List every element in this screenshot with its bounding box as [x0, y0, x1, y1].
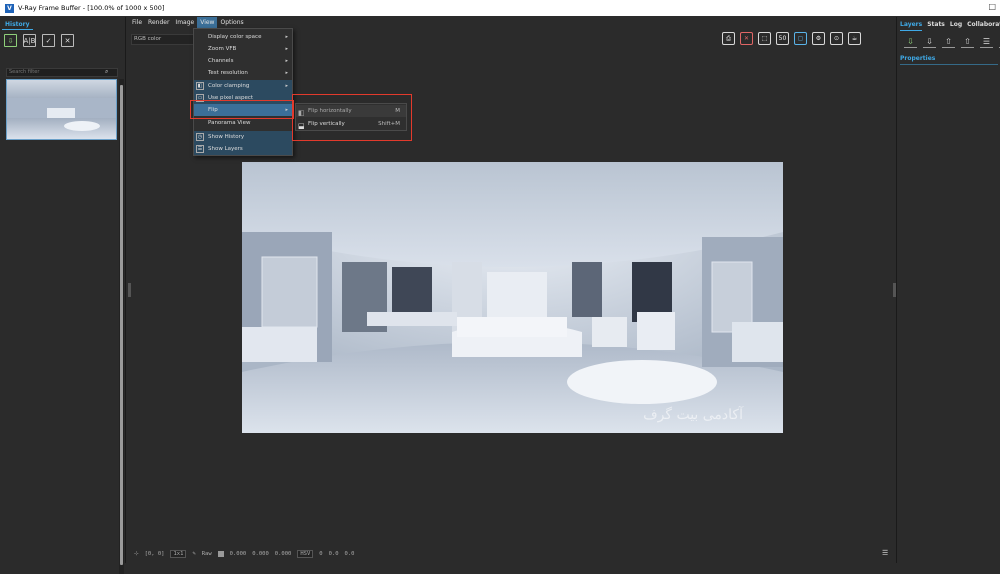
restore-window-icon[interactable]: □ [988, 2, 996, 11]
properties-label: Properties [900, 55, 936, 62]
view-menu-dropdown: Display color space ▸ Zoom VFB ▸ Channels ▸… [193, 28, 293, 156]
menu-lines-icon[interactable]: ☰ [882, 549, 888, 557]
panorama-render [242, 162, 783, 433]
teapot-render-icon[interactable]: ☕ [848, 32, 861, 45]
compare-ab-icon[interactable]: A|B [23, 34, 36, 47]
rendered-panorama-image[interactable]: آکادمی بیت گرف [242, 162, 783, 433]
pick-pixel-icon[interactable]: ⊹ [134, 551, 139, 557]
track-mouse-icon[interactable]: 50 [776, 32, 789, 45]
color-clamping-icon: ◧ [196, 82, 204, 90]
chevron-right-icon: ▸ [285, 70, 288, 76]
pixel-coords: [0, 0] [144, 551, 165, 557]
layers-toolbar: ⇩ ⇩ ⇧ ⇧ ☰ ⋮ [904, 35, 1000, 48]
tab-layers[interactable]: Layers [900, 19, 923, 31]
clear-image-icon[interactable]: ✕ [740, 32, 753, 45]
window-title: V-Ray Frame Buffer - [100.0% of 1000 x 5… [18, 4, 165, 12]
menu-item-display-color-space[interactable]: Display color space ▸ [194, 31, 292, 43]
save-layers-icon[interactable]: ⇩ [923, 35, 936, 48]
value-v: 0.0 [344, 551, 355, 557]
value-b: 0.000 [274, 551, 292, 557]
load-layers-icon[interactable]: ⇧ [942, 35, 955, 48]
submenu-highlight-box [292, 94, 412, 141]
menu-item-color-clamping[interactable]: ◧ Color clamping ▸ [194, 80, 292, 92]
search-icon[interactable]: ⌕ [105, 68, 108, 76]
properties-divider [900, 64, 998, 65]
load-history-icon[interactable]: ✓ [42, 34, 55, 47]
history-search-input[interactable]: Search filter [6, 68, 118, 77]
value-r: 0.000 [229, 551, 247, 557]
chevron-right-icon: ▸ [285, 58, 288, 64]
menu-render[interactable]: Render [145, 17, 172, 29]
remove-history-icon[interactable]: ✕ [61, 34, 74, 47]
interactive-render-icon[interactable]: ⚙ [812, 32, 825, 45]
tab-history[interactable]: History [2, 19, 33, 30]
watermark-text: آکادمی بیت گرف [643, 407, 743, 423]
vray-logo-icon: V [5, 3, 14, 13]
right-tabs: Layers Stats Log Collaboration [900, 19, 1000, 31]
zoom-select[interactable]: 1x1 [170, 550, 187, 558]
layers-icon: ☰ [196, 145, 204, 153]
chevron-right-icon: ▸ [285, 46, 288, 52]
status-bar: ⊹ [0, 0] 1x1 ✎ Raw 0.000 0.000 0.000 HSV… [129, 547, 895, 561]
save-to-history-icon[interactable]: ⇩ [4, 34, 17, 47]
lens-effects-icon[interactable]: ▢ [794, 32, 807, 45]
chevron-right-icon: ▸ [285, 83, 288, 89]
color-mode-select[interactable]: HSV [297, 550, 314, 558]
value-h: 0 [319, 551, 323, 557]
menu-item-test-resolution[interactable]: Test resolution ▸ [194, 67, 292, 79]
layers-panel: Layers Stats Log Collaboration ⇩ ⇩ ⇧ ⇧ ☰… [896, 17, 1000, 563]
thumbnail-image [7, 80, 116, 139]
add-layer-icon[interactable]: ⇩ [904, 35, 917, 48]
menu-file[interactable]: File [129, 17, 145, 29]
tab-stats[interactable]: Stats [927, 19, 945, 31]
raw-checkbox[interactable] [217, 551, 224, 557]
raw-label: Raw [201, 551, 212, 557]
color-picker-icon[interactable]: ✎ [192, 551, 195, 557]
menu-item-channels[interactable]: Channels ▸ [194, 55, 292, 67]
menu-item-zoom-vfb[interactable]: Zoom VFB ▸ [194, 43, 292, 55]
flip-highlight-box [190, 100, 294, 119]
history-thumbnail[interactable] [6, 79, 117, 140]
save-image-icon[interactable]: ⎙ [722, 32, 735, 45]
region-render-icon[interactable]: ⬚ [758, 32, 771, 45]
history-panel: History ⇩ A|B ✓ ✕ Search filter ⌕ [0, 17, 126, 574]
value-g: 0.000 [252, 551, 269, 557]
tab-log[interactable]: Log [950, 19, 962, 31]
tab-collaboration[interactable]: Collaboration [967, 19, 1000, 31]
channel-select[interactable]: RGB color [131, 34, 197, 45]
menu-item-show-layers[interactable]: ☰ Show Layers [194, 143, 292, 155]
layer-presets-icon[interactable]: ⇧ [961, 35, 974, 48]
layer-list-icon[interactable]: ☰ [980, 35, 993, 48]
vfb-toolbar: ⎙ ✕ ⬚ 50 ▢ ⚙ ⊙ ☕ [722, 32, 861, 45]
render-icon[interactable]: ⊙ [830, 32, 843, 45]
history-icon: ◷ [196, 133, 204, 141]
left-splitter-handle[interactable] [128, 283, 131, 297]
value-s: 0.0 [328, 551, 339, 557]
menu-item-show-history[interactable]: ◷ Show History [194, 131, 292, 143]
chevron-right-icon: ▸ [285, 34, 288, 40]
history-scrollbar[interactable] [119, 79, 124, 574]
title-bar: V V-Ray Frame Buffer - [100.0% of 1000 x… [0, 0, 1000, 16]
history-toolbar: ⇩ A|B ✓ ✕ [4, 34, 74, 47]
